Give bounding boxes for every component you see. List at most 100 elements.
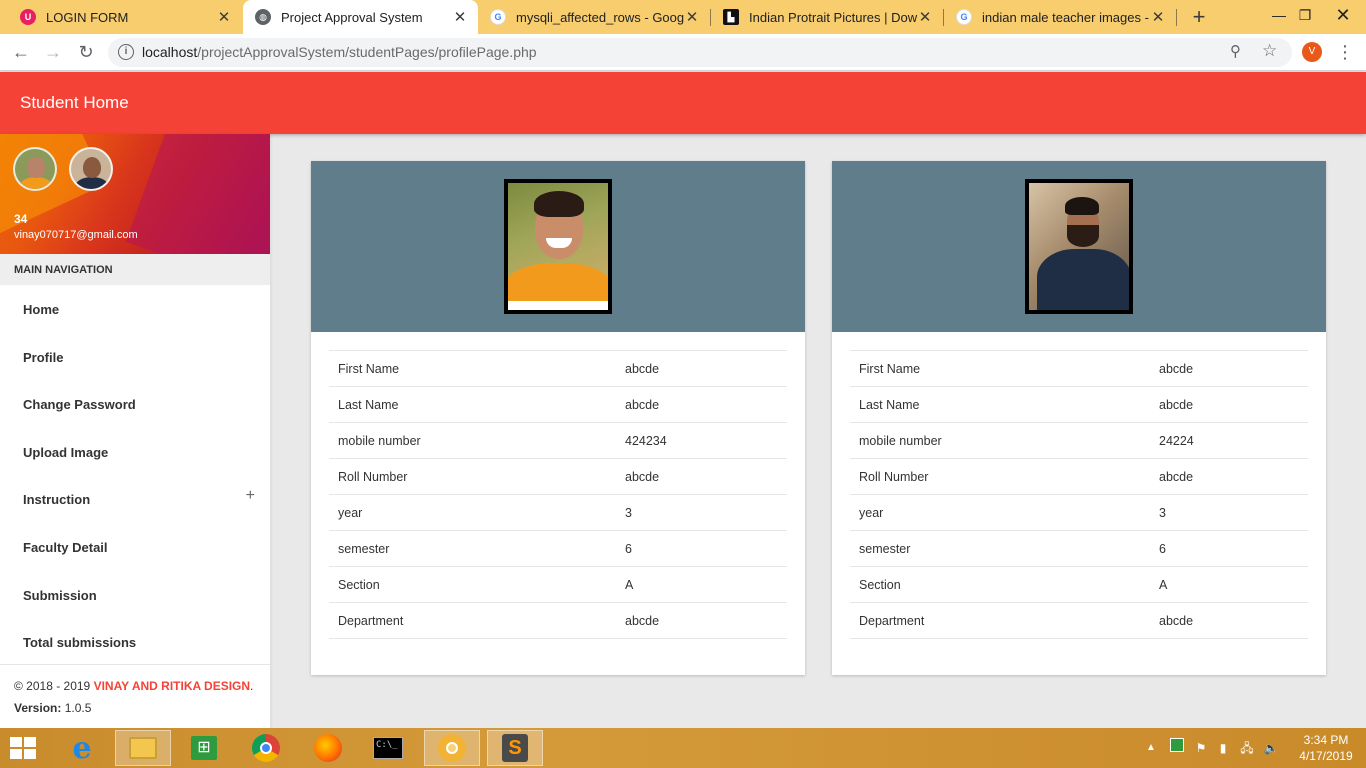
google-icon: G bbox=[490, 9, 506, 25]
field-label: Last Name bbox=[329, 386, 616, 423]
google-icon: G bbox=[956, 9, 972, 25]
volume-icon[interactable]: 🔈 bbox=[1262, 728, 1280, 768]
tab-mysqli-search[interactable]: G mysqli_affected_rows - Google S ✕ bbox=[478, 0, 710, 34]
field-label: semester bbox=[850, 530, 1150, 567]
field-label: First Name bbox=[850, 350, 1150, 387]
start-icon[interactable] bbox=[10, 737, 38, 759]
chrome-glyph bbox=[252, 734, 280, 762]
show-hidden-icons-icon[interactable]: ▲ bbox=[1144, 728, 1158, 768]
photo-hair bbox=[1065, 197, 1099, 215]
avatar[interactable] bbox=[69, 147, 113, 191]
photo-shirt bbox=[1037, 249, 1129, 310]
photo-watermark bbox=[508, 301, 608, 310]
expand-plus-icon[interactable]: + bbox=[246, 487, 255, 505]
firefox-icon[interactable] bbox=[300, 730, 356, 766]
field-label: Department bbox=[850, 602, 1150, 639]
version-label: Version: bbox=[14, 701, 62, 715]
chrome-center bbox=[260, 742, 272, 754]
url-host: localhost bbox=[142, 44, 198, 60]
url-text[interactable]: localhost/projectApprovalSystem/studentP… bbox=[142, 44, 537, 60]
sidebar-item-total-submissions[interactable]: Total submissions bbox=[0, 618, 270, 666]
tab-login-form[interactable]: U LOGIN FORM ✕ bbox=[8, 0, 242, 34]
decorative-shape bbox=[125, 134, 270, 254]
field-label: mobile number bbox=[329, 422, 616, 459]
chrome-canary-icon[interactable] bbox=[424, 730, 480, 766]
close-tab-icon[interactable]: ✕ bbox=[452, 8, 468, 26]
table-row: Last Name abcde bbox=[850, 386, 1308, 423]
sidebar-item-faculty-detail[interactable]: Faculty Detail bbox=[0, 523, 270, 571]
browser-tab-strip: U LOGIN FORM ✕ ◍ Project Approval System… bbox=[0, 0, 1366, 34]
battery-icon[interactable]: ▮ bbox=[1214, 728, 1232, 768]
tab-indian-portrait[interactable]: ▙ Indian Protrait Pictures | Downlo ✕ bbox=[711, 0, 943, 34]
close-window-icon[interactable]: ✕ bbox=[1320, 0, 1366, 34]
close-tab-icon[interactable]: ✕ bbox=[216, 8, 232, 26]
user-info-panel: 34 vinay070717@gmail.com bbox=[0, 134, 270, 254]
forward-arrow-icon[interactable]: → bbox=[40, 39, 66, 65]
clock[interactable]: 3:34 PM 4/17/2019 bbox=[1290, 728, 1362, 768]
close-tab-icon[interactable]: ✕ bbox=[917, 8, 933, 26]
close-tab-icon[interactable]: ✕ bbox=[684, 8, 700, 26]
avatar[interactable] bbox=[13, 147, 57, 191]
tab-title: Project Approval System bbox=[281, 9, 423, 25]
tab-teacher-images[interactable]: G indian male teacher images - Go ✕ bbox=[944, 0, 1176, 34]
start-pane bbox=[24, 749, 36, 759]
profile-card-banner bbox=[832, 161, 1326, 332]
tab-project-approval[interactable]: ◍ Project Approval System ✕ bbox=[243, 0, 478, 34]
tab-title: mysqli_affected_rows - Google S bbox=[516, 9, 684, 25]
footer-brand-link[interactable]: VINAY AND RITIKA DESIGN bbox=[94, 679, 250, 693]
profile-photo bbox=[1025, 179, 1133, 314]
app-header: Student Home bbox=[0, 72, 1366, 134]
copyright-line: © 2018 - 2019 VINAY AND RITIKA DESIGN. bbox=[14, 679, 270, 693]
new-tab-button[interactable]: + bbox=[1186, 4, 1212, 30]
tab-title: Indian Protrait Pictures | Downlo bbox=[749, 9, 917, 25]
profile-card-banner bbox=[311, 161, 805, 332]
table-row: semester 6 bbox=[850, 530, 1308, 567]
sidebar-item-label: Upload Image bbox=[23, 444, 109, 460]
menu-kebab-icon[interactable]: ⋮ bbox=[1336, 40, 1354, 64]
table-row: semester 6 bbox=[329, 530, 787, 567]
close-tab-icon[interactable]: ✕ bbox=[1150, 8, 1166, 26]
sidebar-item-label: Change Password bbox=[23, 397, 136, 413]
restore-icon[interactable]: ❐ bbox=[1288, 0, 1322, 34]
app-title[interactable]: Student Home bbox=[20, 93, 129, 113]
reload-icon[interactable]: ↻ bbox=[73, 39, 99, 65]
profile-avatar[interactable]: V bbox=[1302, 42, 1322, 62]
sidebar-item-instruction[interactable]: Instruction + bbox=[0, 475, 270, 523]
field-value: abcde bbox=[1150, 458, 1308, 495]
sidebar-item-profile[interactable]: Profile bbox=[0, 333, 270, 381]
file-explorer-icon[interactable] bbox=[115, 730, 171, 766]
user-email: vinay070717@gmail.com bbox=[14, 229, 138, 241]
sidebar-item-change-password[interactable]: Change Password bbox=[0, 380, 270, 428]
clock-time: 3:34 PM bbox=[1303, 733, 1349, 747]
network-icon[interactable]: 🖧 bbox=[1238, 728, 1256, 768]
avatar-face bbox=[83, 157, 101, 178]
store-icon[interactable]: ⊞ bbox=[176, 730, 232, 766]
chrome-icon[interactable] bbox=[238, 730, 294, 766]
field-label: Department bbox=[329, 602, 616, 639]
tray-app-icon[interactable] bbox=[1168, 728, 1186, 768]
back-arrow-icon[interactable]: ← bbox=[8, 39, 34, 65]
table-row: First Name abcde bbox=[329, 350, 787, 387]
field-label: mobile number bbox=[850, 422, 1150, 459]
sidebar-item-submission[interactable]: Submission bbox=[0, 571, 270, 619]
profile-card: First Name abcde Last Name abcde mobile nu… bbox=[832, 161, 1326, 675]
field-label: Section bbox=[329, 566, 616, 603]
table-row: mobile number 424234 bbox=[329, 422, 787, 459]
version-line: Version: 1.0.5 bbox=[14, 701, 270, 715]
sublime-text-icon[interactable]: S bbox=[487, 730, 543, 766]
store-glyph: ⊞ bbox=[191, 736, 217, 760]
internet-explorer-icon[interactable]: e bbox=[54, 730, 110, 766]
profile-card: First Name abcde Last Name abcde mobile nu… bbox=[311, 161, 805, 675]
address-bar[interactable]: i localhost/projectApprovalSystem/studen… bbox=[108, 38, 1292, 67]
tray-security-icon[interactable]: ⚑ bbox=[1192, 728, 1210, 768]
sidebar-item-upload-image[interactable]: Upload Image bbox=[0, 428, 270, 476]
info-icon[interactable]: i bbox=[118, 44, 134, 60]
field-label: Section bbox=[850, 566, 1150, 603]
zoom-icon[interactable]: ⚲ bbox=[1230, 42, 1241, 60]
field-value: abcde bbox=[616, 350, 787, 387]
sidebar-item-home[interactable]: Home bbox=[0, 285, 270, 333]
tray-app-glyph bbox=[1170, 738, 1184, 752]
bookmark-star-icon[interactable]: ☆ bbox=[1262, 41, 1277, 61]
sidebar: 34 vinay070717@gmail.com MAIN NAVIGATION… bbox=[0, 134, 270, 728]
command-prompt-icon[interactable]: C:\_ bbox=[360, 730, 416, 766]
